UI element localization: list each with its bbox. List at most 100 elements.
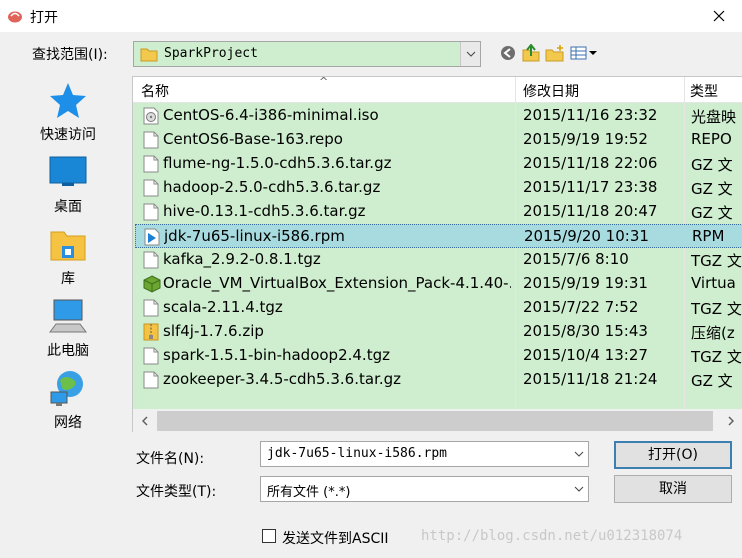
- view-menu-icon: [570, 46, 597, 60]
- scrollbar-thumb[interactable]: [157, 411, 713, 431]
- column-header-modified[interactable]: 修改日期: [523, 81, 579, 101]
- file-name: Oracle_VM_VirtualBox_Extension_Pack-4.1.…: [163, 274, 511, 292]
- file-type: REPO: [691, 130, 732, 148]
- file-row[interactable]: spark-1.5.1-bin-hadoop2.4.tgz 2015/10/4 …: [135, 344, 742, 368]
- file-type: GZ 文: [691, 204, 733, 222]
- file-date: 2015/9/19 19:52: [523, 130, 648, 148]
- place-this-pc[interactable]: 此电脑: [8, 296, 128, 360]
- library-icon: [48, 224, 88, 264]
- ascii-checkbox[interactable]: [262, 529, 276, 543]
- desktop-icon: [48, 152, 88, 192]
- scroll-right-icon[interactable]: [721, 411, 741, 431]
- file-row[interactable]: Oracle_VM_VirtualBox_Extension_Pack-4.1.…: [135, 272, 742, 296]
- up-folder-icon: [522, 44, 540, 62]
- file-icon: [143, 251, 159, 269]
- file-type: 光盘映: [691, 108, 737, 126]
- back-button[interactable]: [498, 42, 518, 64]
- file-date: 2015/8/30 15:43: [523, 322, 648, 340]
- file-icon: [143, 347, 159, 365]
- column-divider[interactable]: [515, 77, 516, 103]
- file-type: GZ 文: [691, 372, 733, 390]
- file-type: TGZ 文: [691, 300, 742, 318]
- ascii-checkbox-label[interactable]: 发送文件到ASCII: [282, 528, 389, 548]
- filename-value: jdk-7u65-linux-i586.rpm: [267, 446, 448, 461]
- scroll-left-icon[interactable]: [135, 411, 155, 431]
- file-row[interactable]: hadoop-2.5.0-cdh5.3.6.tar.gz 2015/11/17 …: [135, 176, 742, 200]
- file-date: 2015/7/22 7:52: [523, 298, 639, 316]
- place-label: 此电脑: [47, 343, 89, 359]
- lookin-dropdown[interactable]: SparkProject: [133, 41, 481, 67]
- file-name: zookeeper-3.4.5-cdh5.3.6.tar.gz: [163, 370, 402, 388]
- back-icon: [501, 46, 515, 60]
- file-list[interactable]: 名称 ^ 修改日期 类型 CentOS-6.4-i386-minimal.iso…: [132, 75, 742, 433]
- star-icon: [48, 80, 88, 120]
- file-type: TGZ 文: [691, 252, 742, 270]
- disc-image-icon: [143, 107, 159, 125]
- column-header-name[interactable]: 名称: [141, 81, 169, 101]
- app-icon: [7, 8, 23, 24]
- file-type: Virtua: [691, 274, 736, 292]
- column-divider[interactable]: [684, 77, 685, 103]
- file-date: 2015/11/18 20:47: [523, 202, 658, 220]
- column-header-type[interactable]: 类型: [690, 81, 718, 101]
- zip-icon: [143, 323, 159, 341]
- sort-ascending-icon: ^: [319, 75, 329, 88]
- view-menu-button[interactable]: [569, 42, 599, 64]
- place-label: 桌面: [54, 199, 82, 215]
- file-name: hive-0.13.1-cdh5.3.6.tar.gz: [163, 202, 366, 220]
- file-row-selected[interactable]: jdk-7u65-linux-i586.rpm 2015/9/20 10:31 …: [135, 224, 742, 248]
- file-icon: [143, 203, 159, 221]
- place-label: 库: [61, 271, 75, 287]
- filename-label: 文件名(N):: [136, 451, 205, 467]
- file-row[interactable]: CentOS-6.4-i386-minimal.iso 2015/11/16 2…: [135, 104, 742, 128]
- filetype-dropdown[interactable]: 所有文件 (*.*): [260, 476, 589, 502]
- virtualbox-icon: [143, 275, 161, 293]
- place-label: 快速访问: [40, 127, 96, 143]
- chevron-down-icon[interactable]: [574, 447, 584, 465]
- file-date: 2015/11/16 23:32: [523, 106, 658, 124]
- file-name: CentOS-6.4-i386-minimal.iso: [163, 106, 379, 124]
- file-date: 2015/11/18 22:06: [523, 154, 658, 172]
- file-row[interactable]: slf4j-1.7.6.zip 2015/8/30 15:43 压缩(z: [135, 320, 742, 344]
- file-date: 2015/9/19 19:31: [523, 274, 648, 292]
- new-folder-icon: [545, 45, 564, 62]
- file-type: RPM: [692, 227, 725, 245]
- places-bar: 快速访问 桌面 库 此电脑 网络: [8, 72, 128, 522]
- lookin-label: 查找范围(I):: [32, 47, 108, 63]
- file-date: 2015/11/17 23:38: [523, 178, 658, 196]
- filetype-label: 文件类型(T):: [136, 484, 217, 500]
- file-row[interactable]: flume-ng-1.5.0-cdh5.3.6.tar.gz 2015/11/1…: [135, 152, 742, 176]
- horizontal-scrollbar[interactable]: [133, 409, 742, 433]
- file-row[interactable]: zookeeper-3.4.5-cdh5.3.6.tar.gz 2015/11/…: [135, 368, 742, 392]
- file-row[interactable]: scala-2.11.4.tgz 2015/7/22 7:52 TGZ 文: [135, 296, 742, 320]
- chevron-down-icon[interactable]: [574, 482, 584, 500]
- network-icon: [48, 368, 88, 408]
- cancel-button[interactable]: 取消: [614, 475, 732, 503]
- file-row[interactable]: CentOS6-Base-163.repo 2015/9/19 19:52 RE…: [135, 128, 742, 152]
- computer-icon: [48, 296, 88, 336]
- file-name: CentOS6-Base-163.repo: [163, 130, 343, 148]
- open-button[interactable]: 打开(O): [614, 441, 732, 469]
- file-name: hadoop-2.5.0-cdh5.3.6.tar.gz: [163, 178, 381, 196]
- lookin-value: SparkProject: [164, 46, 258, 61]
- place-network[interactable]: 网络: [8, 368, 128, 432]
- file-type: TGZ 文: [691, 348, 742, 366]
- place-quick-access[interactable]: 快速访问: [8, 80, 128, 144]
- new-folder-button[interactable]: [544, 42, 566, 64]
- place-library[interactable]: 库: [8, 224, 128, 288]
- filename-input[interactable]: jdk-7u65-linux-i586.rpm: [260, 441, 589, 467]
- up-folder-button[interactable]: [520, 42, 542, 64]
- file-name: kafka_2.9.2-0.8.1.tgz: [163, 250, 321, 268]
- file-row[interactable]: kafka_2.9.2-0.8.1.tgz 2015/7/6 8:10 TGZ …: [135, 248, 742, 272]
- close-button[interactable]: [696, 0, 742, 32]
- file-name: slf4j-1.7.6.zip: [163, 322, 264, 340]
- place-desktop[interactable]: 桌面: [8, 152, 128, 216]
- list-header: 名称 ^ 修改日期 类型: [133, 75, 742, 103]
- rpm-file-icon: [144, 228, 160, 246]
- chevron-down-icon[interactable]: [460, 42, 480, 66]
- file-date: 2015/10/4 13:27: [523, 346, 648, 364]
- file-name: jdk-7u65-linux-i586.rpm: [164, 227, 345, 245]
- file-name: spark-1.5.1-bin-hadoop2.4.tgz: [163, 346, 390, 364]
- file-row[interactable]: hive-0.13.1-cdh5.3.6.tar.gz 2015/11/18 2…: [135, 200, 742, 224]
- file-date: 2015/11/18 21:24: [523, 370, 658, 388]
